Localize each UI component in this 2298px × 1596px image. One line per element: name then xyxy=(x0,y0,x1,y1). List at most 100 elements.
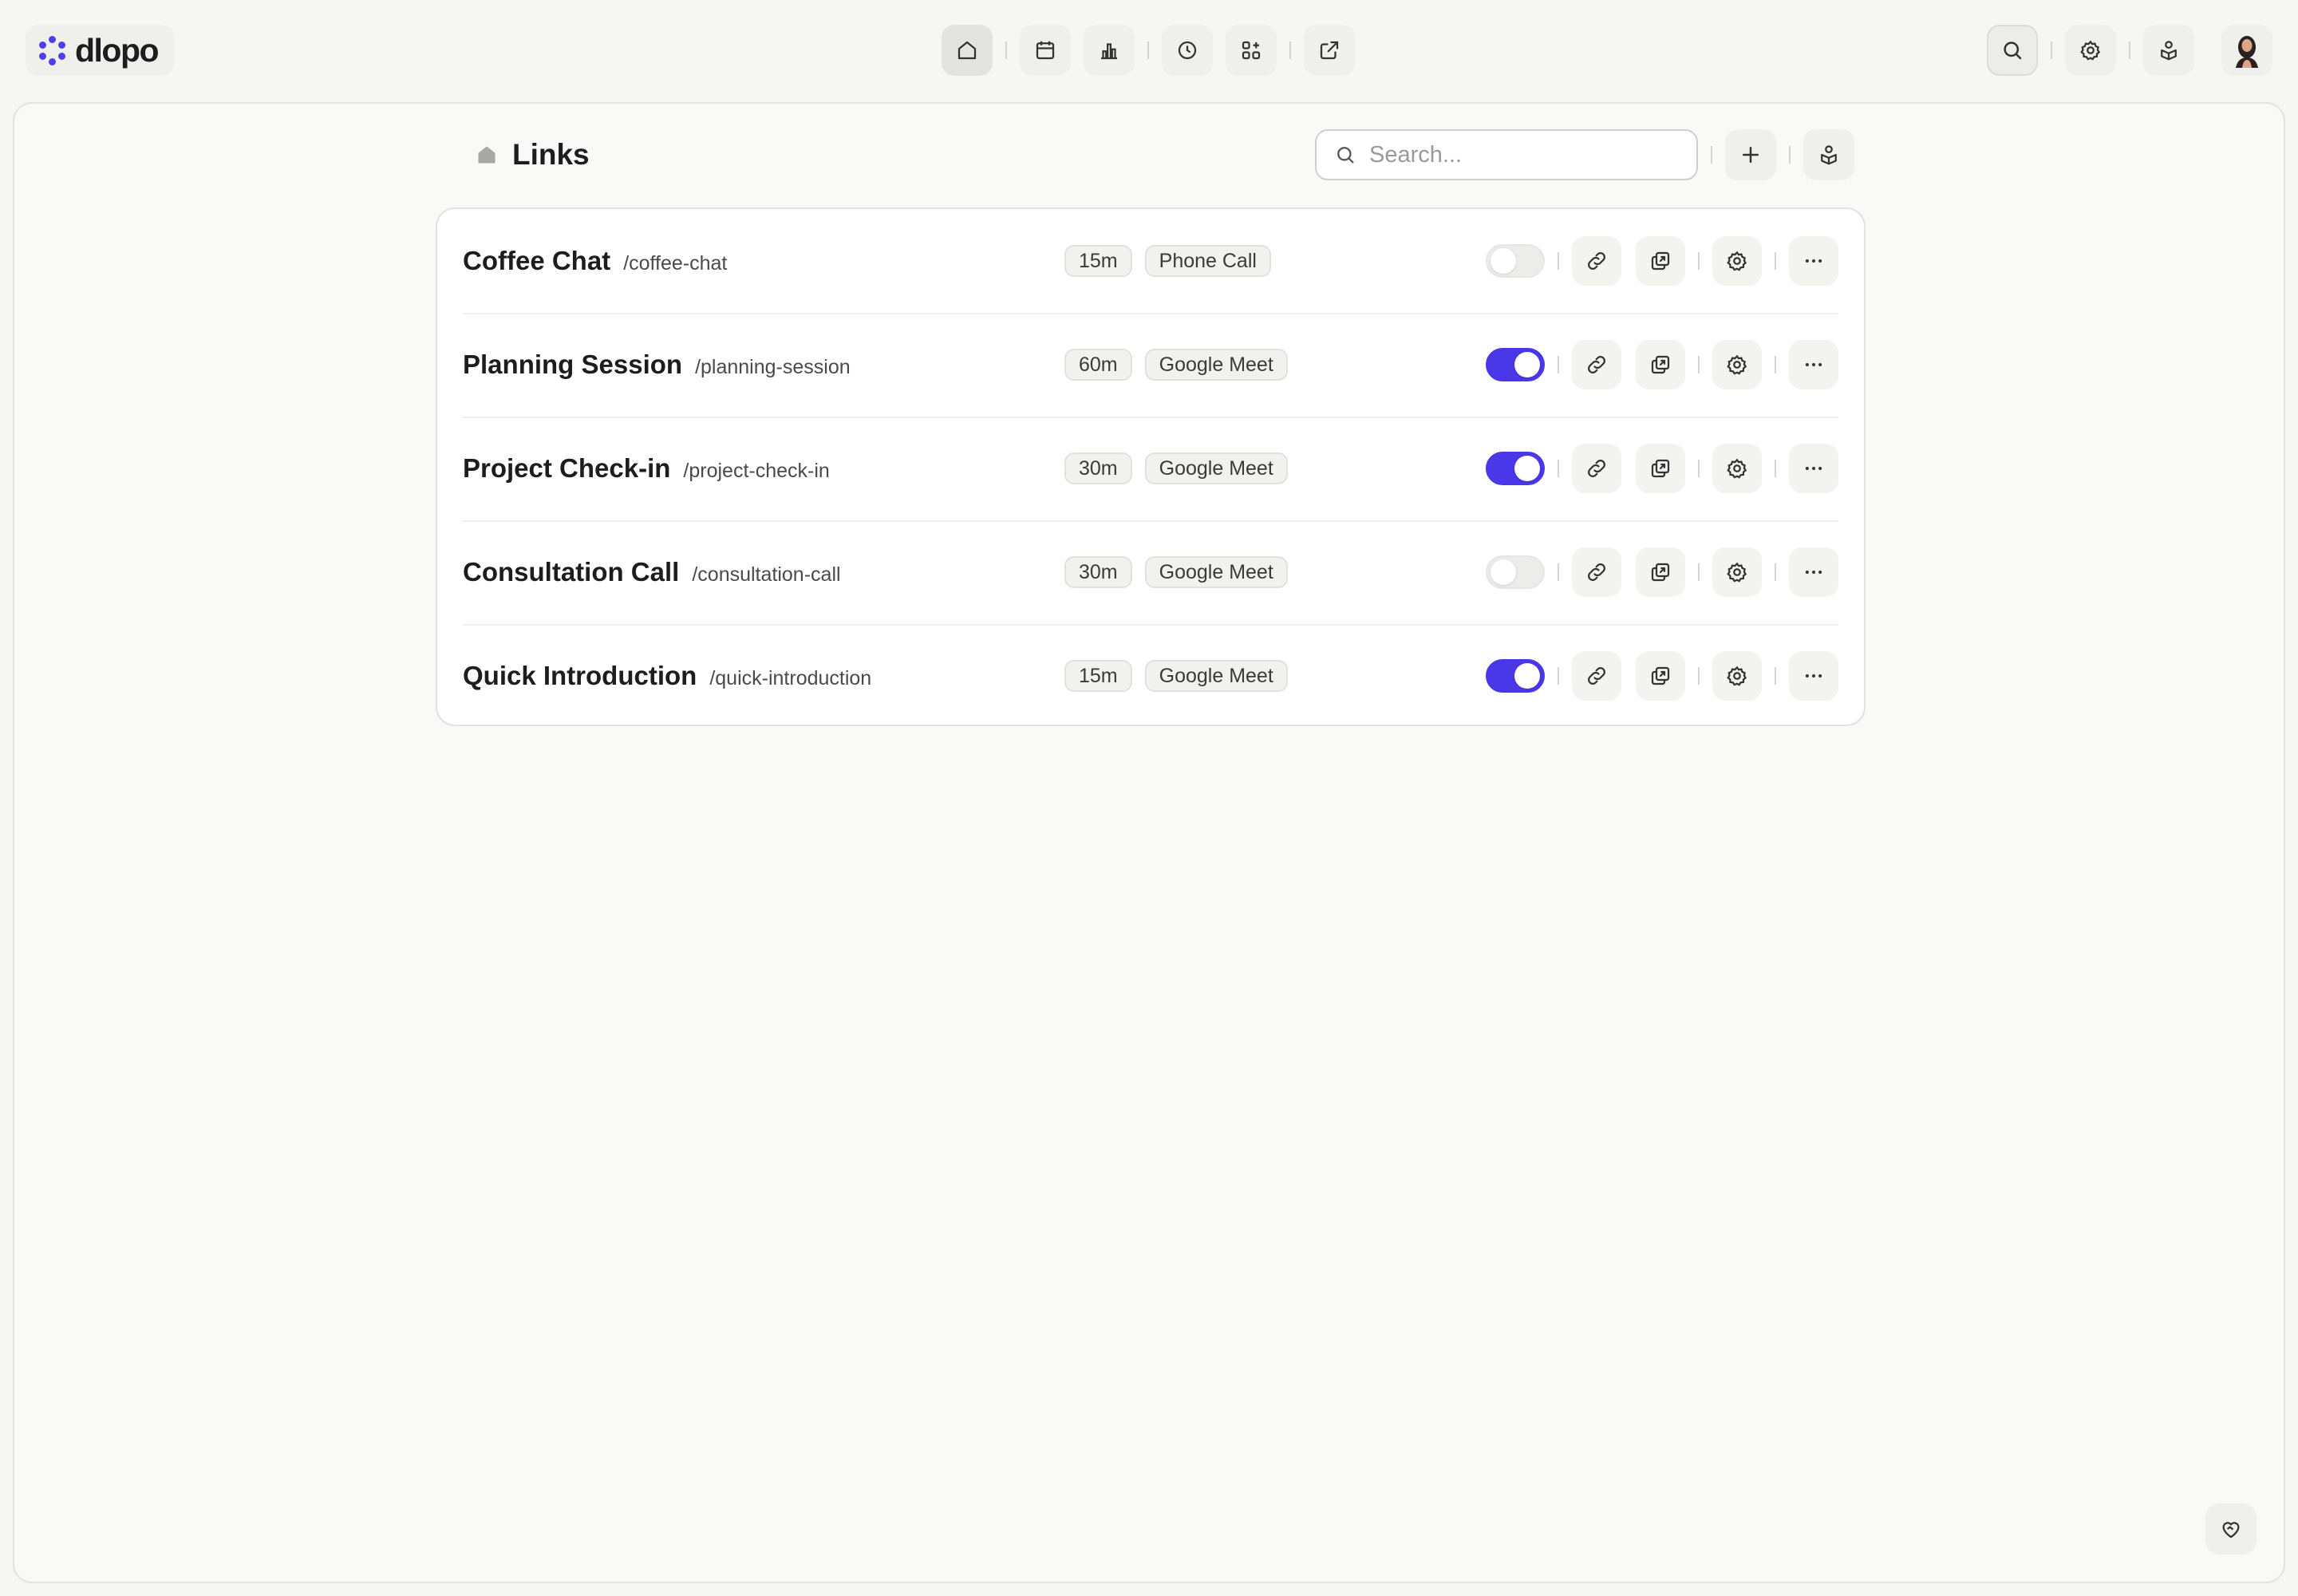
gear-icon xyxy=(1727,458,1747,479)
link-icon xyxy=(1588,252,1605,270)
home-icon xyxy=(958,41,977,60)
nav-apps[interactable] xyxy=(1226,25,1277,76)
link-row[interactable]: Planning Session /planning-session 60m G… xyxy=(463,313,1838,417)
global-search-button[interactable] xyxy=(1987,25,2038,76)
link-row[interactable]: Quick Introduction /quick-introduction 1… xyxy=(463,624,1838,728)
nav-divider xyxy=(1147,41,1149,59)
link-settings-button[interactable] xyxy=(1712,340,1762,389)
avatar[interactable] xyxy=(2221,25,2272,76)
external-copy-icon xyxy=(1651,459,1670,478)
more-options-button[interactable] xyxy=(1789,236,1838,286)
nav-availability[interactable] xyxy=(1162,25,1213,76)
user-avatar-icon xyxy=(2236,36,2258,68)
link-row[interactable]: Consultation Call /consultation-call 30m… xyxy=(463,520,1838,624)
embed-button[interactable] xyxy=(2143,25,2194,76)
settings-button[interactable] xyxy=(2065,25,2116,76)
header-divider xyxy=(1711,146,1712,164)
copy-link-button[interactable] xyxy=(1572,236,1621,286)
embed-links-button[interactable] xyxy=(1803,129,1854,180)
location-badge: Google Meet xyxy=(1144,556,1288,588)
enable-toggle[interactable] xyxy=(1486,348,1545,381)
top-right-tools xyxy=(1987,25,2272,76)
link-settings-button[interactable] xyxy=(1712,651,1762,701)
link-title[interactable]: Consultation Call xyxy=(463,557,679,587)
link-row[interactable]: Project Check-in /project-check-in 30m G… xyxy=(463,417,1838,520)
nav-analytics[interactable] xyxy=(1084,25,1135,76)
enable-toggle[interactable] xyxy=(1486,555,1545,589)
link-actions xyxy=(1486,624,1838,728)
duration-badge: 30m xyxy=(1064,556,1132,588)
link-name-group: Coffee Chat /coffee-chat xyxy=(463,209,727,313)
open-preview-button[interactable] xyxy=(1636,236,1685,286)
embed-icon xyxy=(2161,41,2177,61)
link-icon xyxy=(1588,356,1605,373)
link-settings-button[interactable] xyxy=(1712,444,1762,493)
more-options-button[interactable] xyxy=(1789,340,1838,389)
link-slug: /project-check-in xyxy=(683,459,830,482)
location-badge: Phone Call xyxy=(1144,245,1271,277)
action-divider xyxy=(1775,252,1776,270)
open-preview-button[interactable] xyxy=(1636,340,1685,389)
location-badge: Google Meet xyxy=(1144,349,1288,381)
duration-badge: 15m xyxy=(1064,660,1132,692)
link-title[interactable]: Coffee Chat xyxy=(463,246,610,276)
copy-link-button[interactable] xyxy=(1572,340,1621,389)
link-icon xyxy=(1588,667,1605,685)
link-icon xyxy=(1588,563,1605,581)
more-horizontal-icon xyxy=(1805,363,1822,366)
copy-link-button[interactable] xyxy=(1572,651,1621,701)
action-divider xyxy=(1775,356,1776,373)
action-divider xyxy=(1558,460,1559,477)
link-row[interactable]: Coffee Chat /coffee-chat 15m Phone Call xyxy=(463,209,1838,313)
nav-divider xyxy=(1005,41,1007,59)
open-preview-button[interactable] xyxy=(1636,651,1685,701)
copy-link-button[interactable] xyxy=(1572,547,1621,597)
app-logo[interactable]: dlopo xyxy=(26,25,174,76)
external-copy-icon xyxy=(1651,251,1670,271)
add-link-button[interactable] xyxy=(1725,129,1776,180)
link-title[interactable]: Project Check-in xyxy=(463,453,670,484)
link-icon xyxy=(1588,460,1605,477)
search-box[interactable] xyxy=(1315,129,1698,180)
more-horizontal-icon xyxy=(1805,259,1822,263)
link-actions xyxy=(1486,520,1838,624)
copy-link-button[interactable] xyxy=(1572,444,1621,493)
nav-calendar[interactable] xyxy=(1020,25,1071,76)
link-settings-button[interactable] xyxy=(1712,547,1762,597)
toggle-knob xyxy=(1514,663,1540,689)
action-divider xyxy=(1775,563,1776,581)
link-title[interactable]: Planning Session xyxy=(463,350,682,380)
link-actions xyxy=(1486,209,1838,313)
gear-icon xyxy=(1727,562,1747,583)
action-divider xyxy=(1558,356,1559,373)
toggle-knob xyxy=(1491,248,1516,274)
main-nav xyxy=(942,25,1355,76)
duration-badge: 15m xyxy=(1064,245,1132,277)
enable-toggle[interactable] xyxy=(1486,244,1545,278)
link-actions xyxy=(1486,313,1838,417)
links-list: Coffee Chat /coffee-chat 15m Phone Call xyxy=(436,207,1866,726)
external-copy-icon xyxy=(1651,563,1670,582)
action-divider xyxy=(1558,563,1559,581)
action-divider xyxy=(1698,460,1700,477)
nav-external[interactable] xyxy=(1304,25,1355,76)
link-tags: 15m Google Meet xyxy=(1064,624,1288,728)
help-button[interactable] xyxy=(2205,1503,2257,1555)
more-options-button[interactable] xyxy=(1789,444,1838,493)
search-input[interactable] xyxy=(1369,141,1672,168)
open-preview-button[interactable] xyxy=(1636,444,1685,493)
search-icon xyxy=(1337,147,1354,164)
open-preview-button[interactable] xyxy=(1636,547,1685,597)
link-title[interactable]: Quick Introduction xyxy=(463,661,697,691)
nav-home[interactable] xyxy=(942,25,993,76)
heart-handshake-icon xyxy=(2222,1522,2240,1539)
link-settings-button[interactable] xyxy=(1712,236,1762,286)
embed-icon xyxy=(1821,145,1837,165)
location-badge: Google Meet xyxy=(1144,660,1288,692)
enable-toggle[interactable] xyxy=(1486,452,1545,485)
more-options-button[interactable] xyxy=(1789,547,1838,597)
link-slug: /planning-session xyxy=(695,355,851,378)
more-horizontal-icon xyxy=(1805,467,1822,470)
more-options-button[interactable] xyxy=(1789,651,1838,701)
enable-toggle[interactable] xyxy=(1486,659,1545,693)
